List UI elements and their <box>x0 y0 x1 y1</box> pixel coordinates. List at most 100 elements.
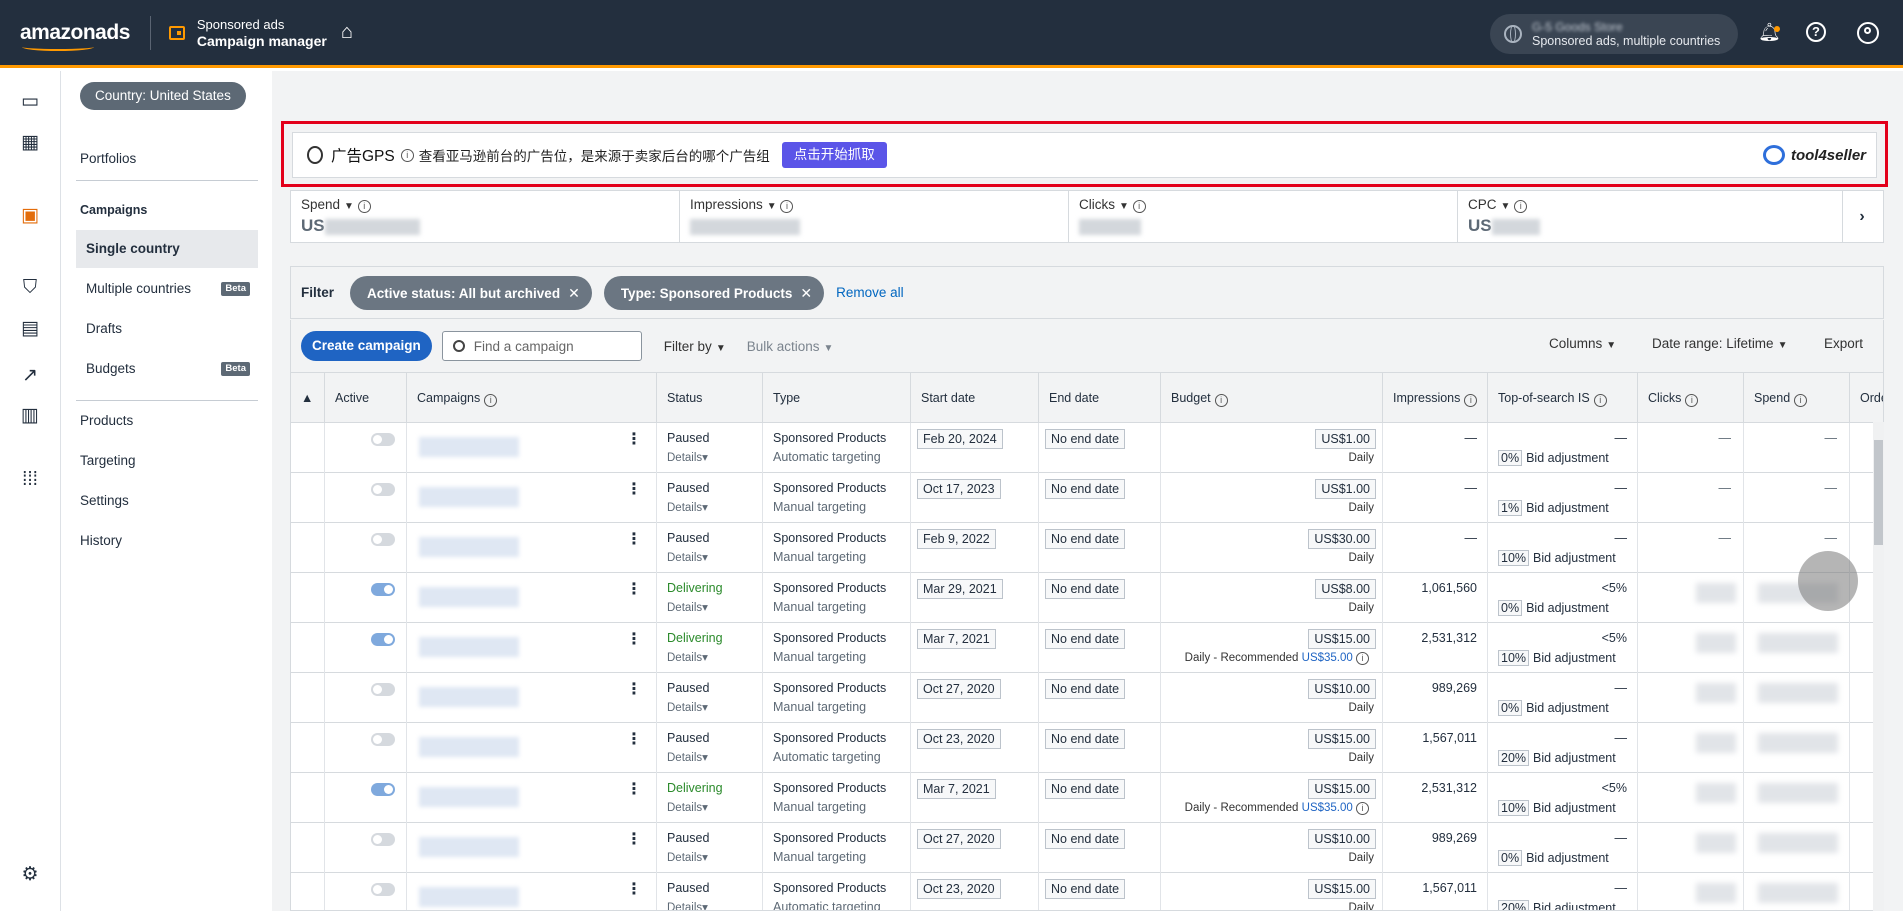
start-date-field[interactable]: Oct 17, 2023 <box>917 479 1001 499</box>
start-date-field[interactable]: Feb 20, 2024 <box>917 429 1003 449</box>
start-date-field[interactable]: Mar 7, 2021 <box>917 629 996 649</box>
details-toggle[interactable]: Details▾ <box>667 550 708 564</box>
info-icon[interactable]: i <box>357 200 371 213</box>
column-header-top-of-search[interactable]: Top-of-search IS i <box>1488 373 1638 423</box>
active-toggle[interactable] <box>371 833 395 846</box>
info-icon[interactable]: i <box>1356 802 1369 815</box>
info-icon[interactable]: i <box>780 200 794 213</box>
chevron-right-icon[interactable]: › <box>1841 191 1883 242</box>
bid-adjustment-pct[interactable]: 20% <box>1498 750 1530 766</box>
column-header-budget[interactable]: Budget i <box>1161 373 1383 423</box>
active-toggle[interactable] <box>371 883 395 896</box>
column-header-spend[interactable]: Spend i <box>1744 373 1850 423</box>
active-toggle[interactable] <box>371 533 395 546</box>
campaign-name-blurred[interactable] <box>419 737 519 757</box>
date-range-dropdown[interactable]: Date range: Lifetime ▼ <box>1652 336 1787 351</box>
close-icon[interactable]: ✕ <box>568 285 580 301</box>
more-options-icon[interactable]: ⋮ <box>626 732 642 748</box>
briefcase-icon[interactable]: ▭ <box>19 91 41 113</box>
campaign-name-blurred[interactable] <box>419 687 519 707</box>
metric-impressions[interactable]: Impressions ▼ i <box>680 191 1069 242</box>
start-date-field[interactable]: Feb 9, 2022 <box>917 529 996 549</box>
active-toggle[interactable] <box>371 783 395 796</box>
budget-field[interactable]: US$15.00 <box>1308 629 1376 649</box>
budget-field[interactable]: US$10.00 <box>1308 679 1376 699</box>
bid-adjustment-pct[interactable]: 0% <box>1498 700 1523 716</box>
gps-start-button[interactable]: 点击开始抓取 <box>781 142 887 168</box>
column-header-impressions[interactable]: Impressions i <box>1383 373 1488 423</box>
more-options-icon[interactable]: ⋮ <box>626 432 642 448</box>
start-date-field[interactable]: Oct 27, 2020 <box>917 829 1001 849</box>
campaign-name-blurred[interactable] <box>419 787 519 807</box>
info-icon[interactable]: i <box>1685 394 1699 407</box>
details-toggle[interactable]: Details▾ <box>667 600 708 614</box>
nav-targeting[interactable]: Targeting <box>80 453 136 468</box>
recommended-budget[interactable]: US$35.00 <box>1302 802 1353 814</box>
budget-field[interactable]: US$1.00 <box>1315 429 1376 449</box>
active-toggle[interactable] <box>371 483 395 496</box>
info-icon[interactable]: i <box>1356 652 1369 665</box>
end-date-field[interactable]: No end date <box>1045 579 1126 599</box>
floating-assistant-button[interactable] <box>1798 551 1858 611</box>
active-toggle[interactable] <box>371 733 395 746</box>
column-header-type[interactable]: Type <box>763 373 911 423</box>
nav-history[interactable]: History <box>80 533 122 548</box>
close-icon[interactable]: ✕ <box>800 285 812 301</box>
active-toggle[interactable] <box>371 633 395 646</box>
chevron-down-icon[interactable]: ▼ <box>1501 201 1511 212</box>
end-date-field[interactable]: No end date <box>1045 679 1126 699</box>
start-date-field[interactable]: Mar 29, 2021 <box>917 579 1003 599</box>
nav-products[interactable]: Products <box>80 413 133 428</box>
campaign-name-blurred[interactable] <box>419 587 519 607</box>
details-toggle[interactable]: Details▾ <box>667 650 708 664</box>
bid-adjustment-pct[interactable]: 0% <box>1498 600 1523 616</box>
reports-icon[interactable]: ▥ <box>19 405 41 427</box>
details-toggle[interactable]: Details▾ <box>667 850 708 864</box>
info-icon[interactable]: i <box>400 148 414 162</box>
bid-adjustment-pct[interactable]: 0% <box>1498 850 1523 866</box>
metric-clicks[interactable]: Clicks ▼ i <box>1069 191 1458 242</box>
active-toggle[interactable] <box>371 683 395 696</box>
nav-portfolios[interactable]: Portfolios <box>80 151 136 166</box>
shield-icon[interactable]: ⛉ <box>19 277 41 299</box>
start-date-field[interactable]: Oct 23, 2020 <box>917 729 1001 749</box>
column-header-clicks[interactable]: Clicks i <box>1638 373 1744 423</box>
end-date-field[interactable]: No end date <box>1045 879 1126 899</box>
end-date-field[interactable]: No end date <box>1045 429 1126 449</box>
campaign-icon[interactable]: ▣ <box>19 205 41 227</box>
column-header-active[interactable]: Active <box>325 373 407 423</box>
search-input[interactable]: Find a campaign <box>441 331 642 361</box>
home-icon[interactable]: ⌂ <box>341 21 353 44</box>
recommended-budget[interactable]: US$35.00 <box>1302 652 1353 664</box>
nav-settings[interactable]: Settings <box>80 493 129 508</box>
campaign-name-blurred[interactable] <box>419 887 519 907</box>
column-header-campaigns[interactable]: Campaigns i <box>407 373 657 423</box>
end-date-field[interactable]: No end date <box>1045 479 1126 499</box>
filter-by-dropdown[interactable]: Filter by ▼ <box>664 339 726 354</box>
info-icon[interactable]: i <box>1514 200 1528 213</box>
more-options-icon[interactable]: ⋮ <box>626 532 642 548</box>
trend-icon[interactable]: ↗ <box>19 365 41 387</box>
details-toggle[interactable]: Details▾ <box>667 900 708 910</box>
more-options-icon[interactable]: ⋮ <box>626 632 642 648</box>
bulk-actions-dropdown[interactable]: Bulk actions ▼ <box>747 339 834 354</box>
export-button[interactable]: Export <box>1824 336 1863 351</box>
more-options-icon[interactable]: ⋮ <box>626 482 642 498</box>
details-toggle[interactable]: Details▾ <box>667 750 708 764</box>
end-date-field[interactable]: No end date <box>1045 779 1126 799</box>
settings-gear-icon[interactable]: ⚙ <box>19 864 41 886</box>
budget-field[interactable]: US$15.00 <box>1308 779 1376 799</box>
budget-field[interactable]: US$1.00 <box>1315 479 1376 499</box>
account-switcher[interactable]: G-5 Goods Store Sponsored ads, multiple … <box>1490 14 1738 54</box>
filter-chip-type[interactable]: Type: Sponsored Products ✕ <box>603 275 825 310</box>
budget-field[interactable]: US$15.00 <box>1308 879 1376 899</box>
end-date-field[interactable]: No end date <box>1045 629 1126 649</box>
info-icon[interactable]: i <box>1132 200 1146 213</box>
campaign-name-blurred[interactable] <box>419 487 519 507</box>
details-toggle[interactable]: Details▾ <box>667 700 708 714</box>
info-icon[interactable]: i <box>1464 394 1478 407</box>
remove-all-link[interactable]: Remove all <box>836 285 904 300</box>
country-selector[interactable]: Country: United States <box>80 82 246 110</box>
campaign-name-blurred[interactable] <box>419 837 519 857</box>
end-date-field[interactable]: No end date <box>1045 729 1126 749</box>
